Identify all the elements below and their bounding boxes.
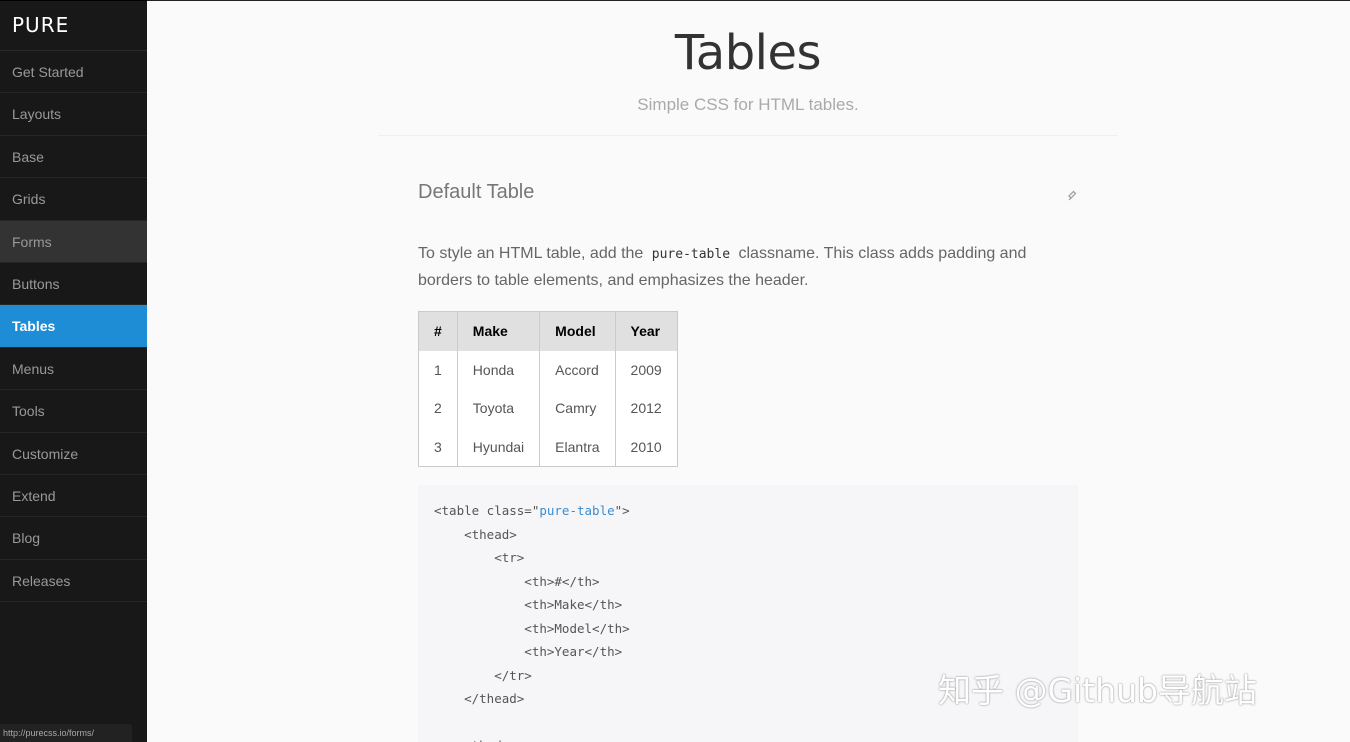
table-cell: 1 [434,361,442,378]
link-icon[interactable] [1066,189,1078,206]
code-line: <tr> [434,550,525,565]
sidebar-item-get-started[interactable]: Get Started [0,51,147,94]
table-cell: 2 [434,400,442,417]
sidebar-item-menus[interactable]: Menus [0,348,147,391]
sidebar-item-base[interactable]: Base [0,136,147,179]
sidebar-item-tools[interactable]: Tools [0,390,147,433]
code-token: <table class=" [434,503,540,518]
status-bar-url: http://purecss.io/forms/ [0,724,132,742]
column-header: Make [456,311,540,351]
table-row: 3 Hyundai Elantra 2010 [419,427,678,466]
table-cell: Hyundai [456,427,540,466]
default-table-section: Default Table To style an HTML table, ad… [418,181,1078,467]
table-cell: Toyota [456,389,540,428]
code-line: <thead> [434,526,517,542]
table-cell: 3 [434,438,442,455]
sidebar-item-layouts[interactable]: Layouts [0,93,147,136]
sidebar-item-customize[interactable]: Customize [0,433,147,475]
sidebar-menu: Get Started Layouts Base Grids Forms But… [0,51,147,603]
table-cell: 2012 [614,389,678,428]
code-string-token: pure-table [539,503,615,518]
column-header: Year [614,311,678,351]
sidebar: PURE Get Started Layouts Base Grids Form… [0,0,147,742]
sidebar-item-forms[interactable]: Forms [0,220,147,263]
table-cell: Accord [539,350,616,389]
description-text-before: To style an HTML table, add the [418,245,644,262]
page-header: Tables Simple CSS for HTML tables. [378,1,1118,136]
column-header: # [418,311,458,351]
code-line: <tbody> [434,734,1062,742]
page-title: Tables [674,25,822,81]
section-heading-text: Default Table [418,181,535,203]
code-line: <table class="pure-table"> [434,499,1062,523]
table-cell: 2010 [614,427,678,466]
section-description: To style an HTML table, add the pure-tab… [418,241,1058,294]
watermark: 知乎 @Github导航站 [938,671,1257,710]
sidebar-item-blog[interactable]: Blog [0,517,147,560]
code-line: <th>#</th> [434,573,600,589]
brand-logo[interactable]: PURE [0,1,147,51]
table-row: 1 Honda Accord 2009 [419,350,678,389]
table-cell: Camry [539,389,616,428]
table-row: 2 Toyota Camry 2012 [419,389,678,428]
sidebar-item-extend[interactable]: Extend [0,475,147,518]
example-table: # Make Model Year 1 Honda Accord 2009 2 … [418,311,678,467]
main-content: Tables Simple CSS for HTML tables. Defau… [147,0,1350,742]
page-subtitle: Simple CSS for HTML tables. [637,95,859,114]
table-cell: 2009 [614,350,678,389]
section-heading: Default Table [418,181,1078,217]
code-line: <th>Year</th> [434,644,623,659]
table-cell: Honda [456,350,540,389]
code-line: <th>Model</th> [434,620,630,636]
code-line: <th>Make</th> [434,597,623,612]
sidebar-item-tables[interactable]: Tables [0,305,147,348]
sidebar-item-grids[interactable]: Grids [0,178,147,221]
column-header: Model [539,311,616,351]
inline-code-classname: pure-table [651,247,731,262]
code-token: "> [614,503,630,518]
table-header-row: # Make Model Year [418,311,678,351]
sidebar-item-buttons[interactable]: Buttons [0,263,147,306]
table-cell: Elantra [539,427,616,466]
sidebar-item-releases[interactable]: Releases [0,560,147,603]
